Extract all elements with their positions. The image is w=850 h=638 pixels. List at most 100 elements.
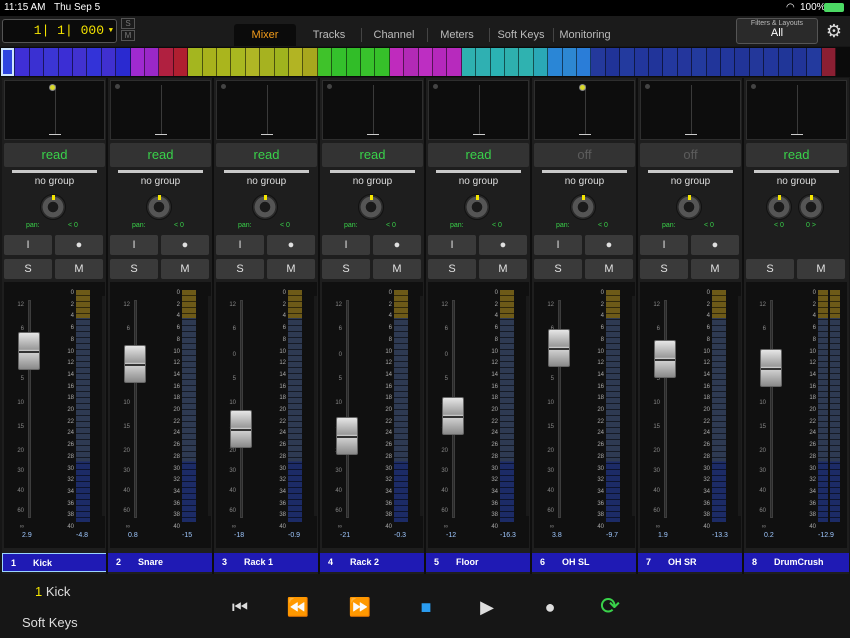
play-icon[interactable]: ▶ bbox=[473, 595, 501, 619]
track-name-bar[interactable]: 5 Floor bbox=[426, 553, 531, 572]
mute-button[interactable]: M bbox=[479, 259, 527, 279]
track-color-cell[interactable] bbox=[735, 48, 750, 76]
input-monitor-button[interactable]: I bbox=[110, 235, 158, 255]
track-color-cell[interactable] bbox=[548, 48, 563, 76]
automation-mode-button[interactable]: read bbox=[4, 143, 105, 167]
track-color-cell[interactable] bbox=[649, 48, 664, 76]
soft-keys-button[interactable]: Soft Keys bbox=[22, 615, 78, 630]
track-color-cell[interactable] bbox=[231, 48, 246, 76]
mute-button[interactable]: M bbox=[55, 259, 103, 279]
tab-0[interactable]: Mixer bbox=[234, 24, 296, 46]
track-color-cell[interactable] bbox=[533, 48, 549, 76]
volume-fader-cap[interactable] bbox=[336, 417, 358, 455]
filters-layouts-button[interactable]: Filters & Layouts All bbox=[736, 18, 818, 44]
volume-fader-cap[interactable] bbox=[230, 410, 252, 448]
fader-db-value[interactable]: 1.9 bbox=[658, 532, 668, 539]
position-counter[interactable]: 1| 1| 000 ▼ bbox=[2, 19, 117, 43]
panner-display[interactable] bbox=[110, 80, 211, 140]
track-color-cell[interactable] bbox=[562, 48, 577, 76]
track-color-strip[interactable] bbox=[0, 47, 850, 77]
solo-button[interactable]: S bbox=[216, 259, 264, 279]
volume-fader-cap[interactable] bbox=[124, 345, 146, 383]
track-name-bar[interactable]: 6 OH SL bbox=[532, 553, 637, 572]
automation-mode-button[interactable]: read bbox=[216, 143, 317, 167]
track-name-bar[interactable]: 2 Snare bbox=[108, 553, 213, 572]
meter-peak-value[interactable]: -0.9 bbox=[288, 532, 300, 539]
meter-peak-value[interactable]: -13.3 bbox=[712, 532, 728, 539]
pan-knob[interactable] bbox=[464, 194, 490, 220]
automation-mode-button[interactable]: off bbox=[534, 143, 635, 167]
track-color-cell[interactable] bbox=[447, 48, 462, 76]
track-name-bar[interactable]: 3 Rack 1 bbox=[214, 553, 319, 572]
meter-peak-value[interactable]: -15 bbox=[182, 532, 192, 539]
pan-knob[interactable] bbox=[676, 194, 702, 220]
volume-fader-cap[interactable] bbox=[442, 397, 464, 435]
tab-1[interactable]: Tracks bbox=[300, 24, 358, 46]
track-color-cell[interactable] bbox=[404, 48, 419, 76]
solo-button[interactable]: S bbox=[322, 259, 370, 279]
pan-knob[interactable] bbox=[252, 194, 278, 220]
input-monitor-button[interactable]: I bbox=[428, 235, 476, 255]
panner-display[interactable] bbox=[322, 80, 423, 140]
counter-m-button[interactable]: M bbox=[121, 30, 135, 41]
gear-icon[interactable]: ⚙ bbox=[824, 21, 844, 41]
track-color-cell[interactable] bbox=[519, 48, 534, 76]
pan-knob[interactable] bbox=[40, 194, 66, 220]
track-color-cell[interactable] bbox=[15, 48, 30, 76]
tab-5[interactable]: Monitoring bbox=[556, 24, 614, 46]
fader-db-value[interactable]: 0.8 bbox=[128, 532, 138, 539]
fader-db-value[interactable]: -18 bbox=[234, 532, 244, 539]
solo-button[interactable]: S bbox=[746, 259, 794, 279]
record-arm-button[interactable]: ● bbox=[55, 235, 103, 255]
input-monitor-button[interactable]: I bbox=[322, 235, 370, 255]
record-arm-button[interactable]: ● bbox=[479, 235, 527, 255]
group-label[interactable]: no group bbox=[320, 176, 425, 187]
track-color-cell[interactable] bbox=[145, 48, 160, 76]
fader-db-value[interactable]: -21 bbox=[340, 532, 350, 539]
track-color-cell[interactable] bbox=[605, 48, 621, 76]
track-color-cell[interactable] bbox=[461, 48, 477, 76]
track-color-cell[interactable] bbox=[677, 48, 693, 76]
track-color-cell[interactable] bbox=[58, 48, 73, 76]
track-color-cell[interactable] bbox=[620, 48, 635, 76]
mute-button[interactable]: M bbox=[691, 259, 739, 279]
track-color-cell[interactable] bbox=[29, 48, 45, 76]
track-color-cell[interactable] bbox=[73, 48, 88, 76]
input-monitor-button[interactable]: I bbox=[4, 235, 52, 255]
group-label[interactable]: no group bbox=[426, 176, 531, 187]
automation-mode-button[interactable]: read bbox=[110, 143, 211, 167]
track-color-cell[interactable] bbox=[490, 48, 505, 76]
record-arm-button[interactable]: ● bbox=[267, 235, 315, 255]
track-color-cell[interactable] bbox=[692, 48, 707, 76]
track-color-cell[interactable] bbox=[101, 48, 117, 76]
solo-button[interactable]: S bbox=[428, 259, 476, 279]
track-color-cell[interactable] bbox=[706, 48, 721, 76]
track-color-cell[interactable] bbox=[577, 48, 592, 76]
track-color-cell[interactable] bbox=[778, 48, 793, 76]
track-name-bar[interactable]: 4 Rack 2 bbox=[320, 553, 425, 572]
loop-play-icon[interactable]: ⟳ bbox=[596, 595, 624, 619]
track-color-cell[interactable] bbox=[173, 48, 189, 76]
pan-right-knob[interactable] bbox=[798, 194, 824, 220]
track-color-cell[interactable] bbox=[476, 48, 491, 76]
group-label[interactable]: no group bbox=[638, 176, 743, 187]
track-color-cell[interactable] bbox=[274, 48, 289, 76]
group-label[interactable]: no group bbox=[214, 176, 319, 187]
record-icon[interactable]: ● bbox=[536, 595, 564, 619]
meter-peak-value[interactable]: -0.3 bbox=[394, 532, 406, 539]
track-color-cell[interactable] bbox=[749, 48, 765, 76]
pan-left-knob[interactable] bbox=[766, 194, 792, 220]
mute-button[interactable]: M bbox=[797, 259, 845, 279]
record-arm-button[interactable]: ● bbox=[373, 235, 421, 255]
panner-display[interactable] bbox=[4, 80, 105, 140]
track-color-cell[interactable] bbox=[202, 48, 217, 76]
input-monitor-button[interactable]: I bbox=[216, 235, 264, 255]
rewind-to-start-icon[interactable]: ⏮ bbox=[226, 595, 254, 619]
track-color-cell[interactable] bbox=[217, 48, 232, 76]
input-monitor-button[interactable]: I bbox=[640, 235, 688, 255]
track-color-cell[interactable] bbox=[634, 48, 649, 76]
track-color-cell[interactable] bbox=[188, 48, 203, 76]
track-color-cell[interactable] bbox=[721, 48, 736, 76]
panner-display[interactable] bbox=[428, 80, 529, 140]
track-color-cell[interactable] bbox=[793, 48, 808, 76]
